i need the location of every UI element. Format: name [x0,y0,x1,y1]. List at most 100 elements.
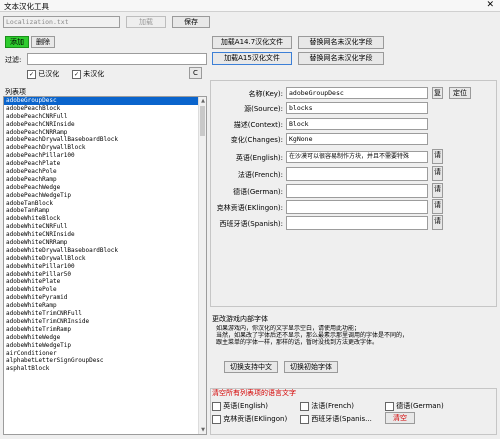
list-item[interactable]: adobePeachWedgeTip [4,192,206,200]
clear-spanish-label: 西班牙语(Spanis... [311,415,372,423]
clear-button[interactable]: 清空 [385,412,415,424]
checkbox-icon [212,414,221,424]
list-item[interactable]: adobeWhiteWedgeTip [4,342,206,350]
list-item[interactable]: adobeWhitePillar50 [4,271,206,279]
filter-translated-label: 已汉化 [38,70,60,78]
checkbox-icon [385,401,394,411]
list-item[interactable]: adobeWhiteBlock [4,215,206,223]
german-request-button[interactable]: 请 [432,183,443,198]
list-item[interactable]: adobeWhiteTrimCNRInside [4,318,206,326]
list-item[interactable]: adobeWhitePillar100 [4,263,206,271]
delete-button[interactable]: 删除 [31,36,55,48]
clear-filter-button[interactable]: C [189,67,202,79]
spanish-field[interactable] [286,216,428,230]
list-item[interactable]: adobeWhiteDrywallBaseboardBlock [4,247,206,255]
load-a14-button[interactable]: 加载A14.7汉化文件 [212,36,292,49]
list-item[interactable]: adobePeachBlock [4,105,206,113]
filter-label: 过滤: [5,56,22,64]
clear-german-checkbox[interactable]: 德语(German) [385,401,444,411]
save-button[interactable]: 保存 [172,16,210,28]
list-item[interactable]: adobePeachDrywallBaseboardBlock [4,136,206,144]
list-item[interactable]: adobeWhitePyramid [4,294,206,302]
clear-english-checkbox[interactable]: 英语(English) [212,401,268,411]
list-item[interactable]: adobeWhiteRamp [4,302,206,310]
item-list[interactable]: adobeGroupDesc adobePeachBlock adobePeachC… [3,96,207,435]
list-item[interactable]: adobeWhiteTrimCNRFull [4,310,206,318]
filter-input[interactable] [27,53,207,65]
replace-untranslated-a15-button[interactable]: 替换网名未汉化字段 [298,52,384,65]
list-item[interactable]: adobeTanRamp [4,207,206,215]
list-item[interactable]: adobePeachWedge [4,184,206,192]
checkbox-icon [212,401,221,411]
clear-german-label: 德语(German) [396,402,444,410]
english-request-button[interactable]: 请 [432,149,443,164]
list-item[interactable]: asphaltBlock [4,365,206,373]
source-field[interactable]: blocks [286,102,428,114]
list-item[interactable]: adobePeachPlate [4,160,206,168]
switch-chinese-font-button[interactable]: 切换支持中文 [224,361,278,373]
list-item[interactable]: adobePeachCNRFull [4,113,206,121]
german-field[interactable] [286,184,428,198]
changes-field[interactable]: KgNone [286,133,428,145]
french-request-button[interactable]: 请 [432,166,443,181]
copy-button[interactable]: 复 [432,87,443,99]
list-item[interactable]: airConditioner [4,350,206,358]
list-item[interactable]: alphabetLetterSignGroupDesc [4,357,206,365]
spanish-label: 西班牙语(Spanish): [219,220,283,228]
french-field[interactable] [286,167,428,181]
clear-klingon-checkbox[interactable]: 克林贡语(EKlingon) [212,414,287,424]
filter-untranslated-checkbox[interactable]: ✓ 未汉化 [72,69,104,79]
name-label: 名称(Key): [248,90,283,98]
load-button[interactable]: 加载 [126,16,166,28]
list-item[interactable]: adobeWhiteCNRFull [4,223,206,231]
french-label: 法语(French): [237,171,283,179]
english-field[interactable]: 在沙漠可以很容易制作方块，并且不需要特殊 [286,151,428,163]
list-item[interactable]: adobePeachCNRInside [4,121,206,129]
list-item[interactable]: adobeWhiteCNRRamp [4,239,206,247]
load-a15-button[interactable]: 加载A15汉化文件 [212,52,292,65]
context-label: 描述(Context): [233,121,283,129]
list-item[interactable]: adobeWhiteCNRInside [4,231,206,239]
clear-klingon-label: 克林贡语(EKlingon) [223,415,288,423]
klingon-field[interactable] [286,200,428,214]
changes-label: 变化(Changes): [230,136,283,144]
scroll-thumb[interactable] [200,106,205,136]
check-icon: ✓ [72,69,81,79]
list-rows: adobeGroupDesc adobePeachBlock adobePeachC… [4,97,206,373]
scroll-down-icon[interactable]: ▼ [199,426,206,434]
spanish-request-button[interactable]: 请 [432,215,443,230]
check-icon: ✓ [27,69,36,79]
file-path-field[interactable]: Localization.txt [3,16,120,28]
checkbox-icon [300,414,309,424]
list-item[interactable]: adobePeachPillar100 [4,152,206,160]
name-field[interactable]: adobeGroupDesc [286,87,428,99]
clear-french-checkbox[interactable]: 法语(French) [300,401,354,411]
source-label: 源(Source): [244,105,283,113]
filter-untranslated-label: 未汉化 [83,70,105,78]
klingon-request-button[interactable]: 请 [432,199,443,214]
scroll-up-icon[interactable]: ▲ [199,97,206,105]
list-item[interactable]: adobePeachPole [4,168,206,176]
list-item[interactable]: adobePeachCNRRamp [4,129,206,137]
list-item[interactable]: adobeTanBlock [4,200,206,208]
font-section-title: 更改游戏内部字体 [212,315,268,323]
context-field[interactable]: Block [286,118,428,130]
list-item[interactable]: adobeWhitePole [4,286,206,294]
clear-spanish-checkbox[interactable]: 西班牙语(Spanis... [300,414,372,424]
replace-untranslated-a14-button[interactable]: 替换网名未汉化字段 [298,36,384,49]
add-button[interactable]: 添加 [5,36,29,48]
list-scrollbar[interactable]: ▲ ▼ [198,97,206,434]
list-item[interactable]: adobeWhiteDrywallBlock [4,255,206,263]
list-item[interactable]: adobePeachDrywallBlock [4,144,206,152]
list-item[interactable]: adobeWhiteTrimRamp [4,326,206,334]
clear-section-title: 清空所有列表项的语言文字 [212,389,296,397]
list-item[interactable]: adobePeachRamp [4,176,206,184]
locate-button[interactable]: 定位 [449,87,471,99]
switch-default-font-button[interactable]: 切换初始字体 [284,361,338,373]
close-icon[interactable]: ✕ [486,0,494,10]
list-item[interactable]: adobeWhiteWedge [4,334,206,342]
list-item[interactable]: adobeGroupDesc [4,97,206,105]
window-titlebar: 文本汉化工具 ✕ [0,0,500,12]
filter-translated-checkbox[interactable]: ✓ 已汉化 [27,69,59,79]
list-item[interactable]: adobeWhitePlate [4,278,206,286]
